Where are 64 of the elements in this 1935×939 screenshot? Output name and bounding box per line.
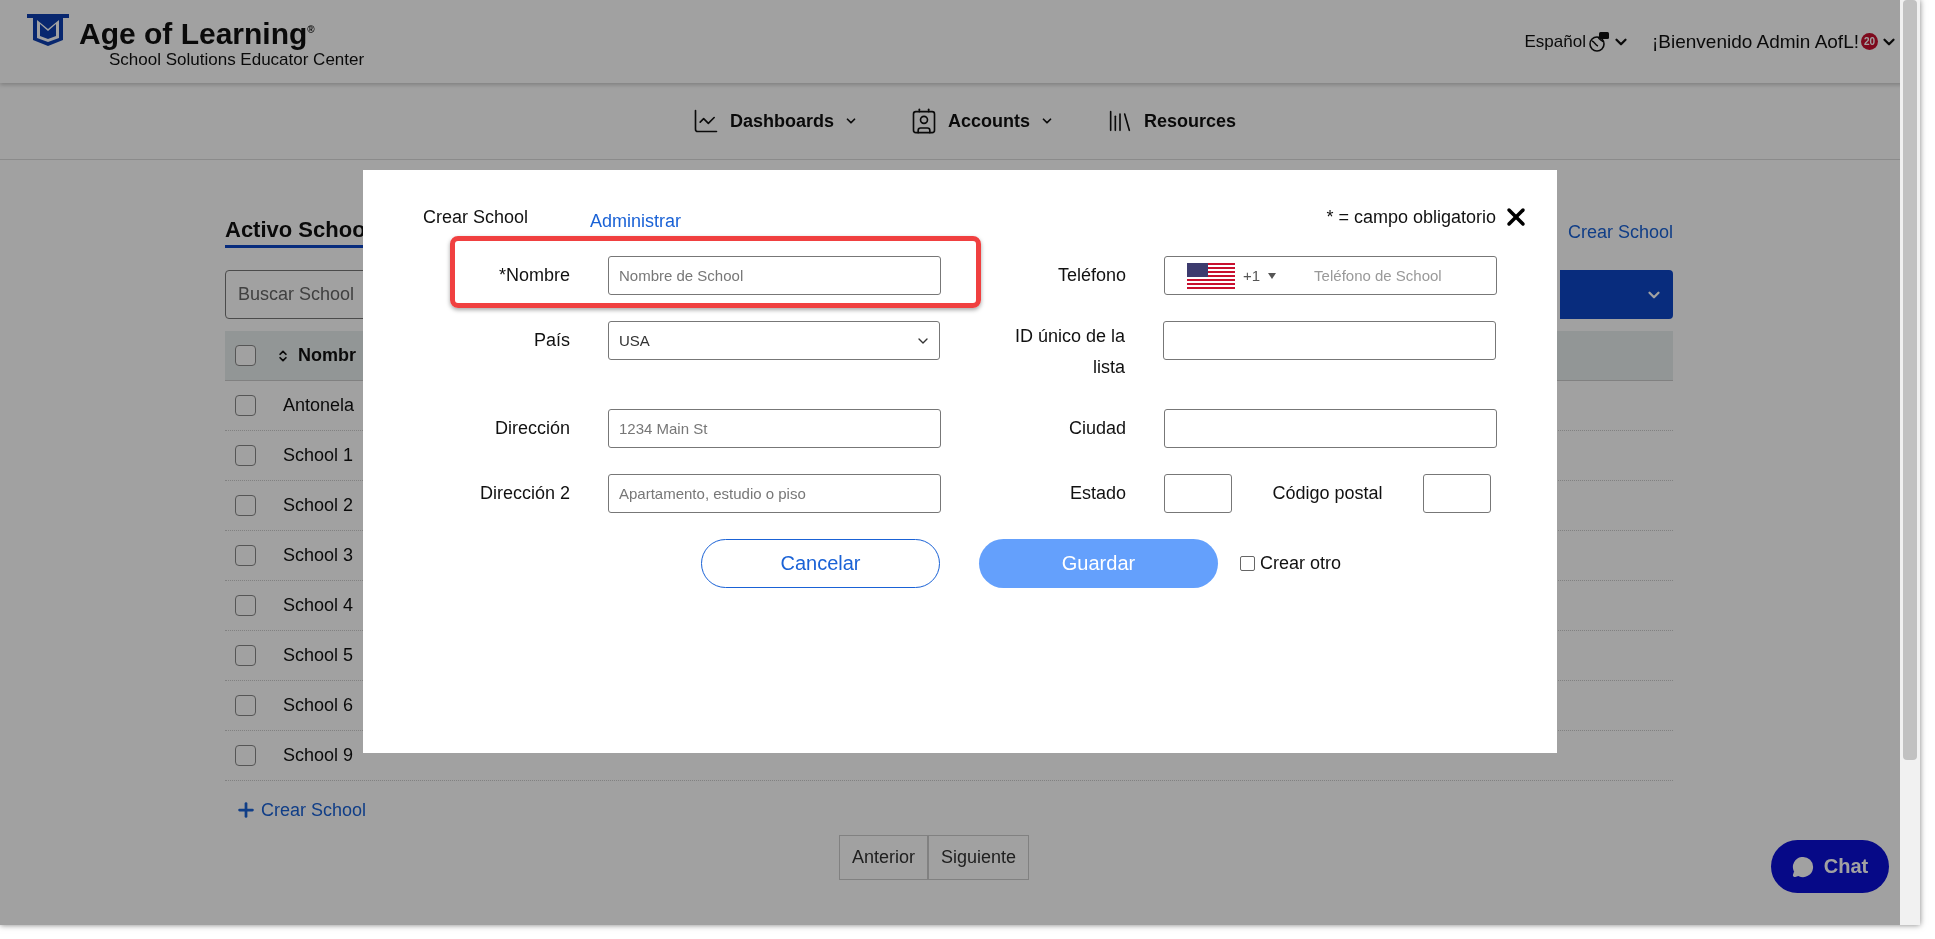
- text-field[interactable]: [1163, 321, 1496, 360]
- checkbox[interactable]: [235, 645, 256, 666]
- field-label: Código postal: [1271, 482, 1384, 505]
- chat-button[interactable]: Chat: [1771, 840, 1889, 893]
- table-cell: School 4: [283, 595, 354, 616]
- checkbox[interactable]: [235, 595, 256, 616]
- nav-item[interactable]: Accounts: [909, 107, 1054, 135]
- checkbox[interactable]: [1240, 556, 1255, 571]
- country-code: +1: [1243, 267, 1261, 284]
- logo-icon: [25, 11, 71, 48]
- required-note: * = campo obligatorio: [1326, 206, 1496, 228]
- table-cell: School 9: [283, 745, 354, 766]
- text-field[interactable]: [1164, 474, 1232, 513]
- text-field[interactable]: [1423, 474, 1491, 513]
- table-cell: School 6: [283, 695, 354, 716]
- field-label: *Nombre: [497, 264, 570, 287]
- text-field[interactable]: 1234 Main St: [608, 409, 941, 448]
- country-select[interactable]: USA: [608, 321, 940, 360]
- checkbox[interactable]: [235, 345, 256, 366]
- text-field[interactable]: [1164, 409, 1497, 448]
- nav-item[interactable]: Dashboards: [691, 107, 858, 135]
- checkbox[interactable]: [235, 545, 256, 566]
- table-cell: School 2: [283, 495, 354, 516]
- language-menu[interactable]: Español: [1524, 31, 1586, 52]
- checkbox[interactable]: [235, 495, 256, 516]
- table-cell: School 5: [283, 645, 354, 666]
- plus-icon: [235, 799, 257, 821]
- checkbox[interactable]: [235, 745, 256, 766]
- checkbox[interactable]: [235, 695, 256, 716]
- cancel-button[interactable]: Cancelar: [701, 539, 940, 588]
- welcome-menu[interactable]: ¡Bienvenido Admin AofL!: [1651, 30, 1859, 53]
- nav-item[interactable]: Resources: [1106, 107, 1237, 135]
- field-label: Dirección 2: [478, 482, 570, 505]
- field-label: País: [532, 329, 570, 352]
- field-label: Teléfono: [1056, 264, 1126, 287]
- checkbox-label: Crear otro: [1260, 553, 1342, 574]
- field-label: Estado: [1068, 482, 1126, 505]
- text-field[interactable]: Nombre de School: [608, 256, 941, 295]
- table-cell: School 3: [283, 545, 354, 566]
- create-link[interactable]: Crear School: [235, 799, 367, 821]
- chat-bubble-icon: [1791, 855, 1814, 878]
- table-cell: Antonela: [283, 395, 355, 416]
- manage-link[interactable]: Administrar: [590, 210, 682, 232]
- pagination-button[interactable]: Anterior: [838, 835, 928, 880]
- dialog-title: Crear School: [423, 206, 530, 228]
- field-label: Ciudad: [1067, 417, 1126, 440]
- text-field[interactable]: Apartamento, estudio o piso: [608, 474, 941, 513]
- globe-chat-icon: [1587, 30, 1610, 53]
- flag-icon: [1187, 262, 1235, 289]
- notification-badge: 20: [1861, 33, 1878, 50]
- phone-field[interactable]: +1 Teléfono de School: [1164, 256, 1497, 295]
- brand-name: Age of Learning$^{®}$: [79, 15, 316, 50]
- table-cell: School 1: [283, 445, 354, 466]
- scrollbar[interactable]: [1900, 0, 1920, 925]
- brand-subtitle: School Solutions Educator Center: [109, 49, 365, 70]
- checkbox[interactable]: [235, 395, 256, 416]
- field-label: ID único de la lista: [1013, 325, 1125, 379]
- pagination-button[interactable]: Siguiente: [928, 835, 1030, 880]
- create-link[interactable]: Crear School: [1567, 221, 1673, 243]
- caret-icon: [1268, 272, 1277, 279]
- column-header[interactable]: Nombr: [276, 345, 356, 366]
- sort-icon: [276, 348, 290, 363]
- field-label: Dirección: [493, 417, 570, 440]
- checkbox[interactable]: [235, 445, 256, 466]
